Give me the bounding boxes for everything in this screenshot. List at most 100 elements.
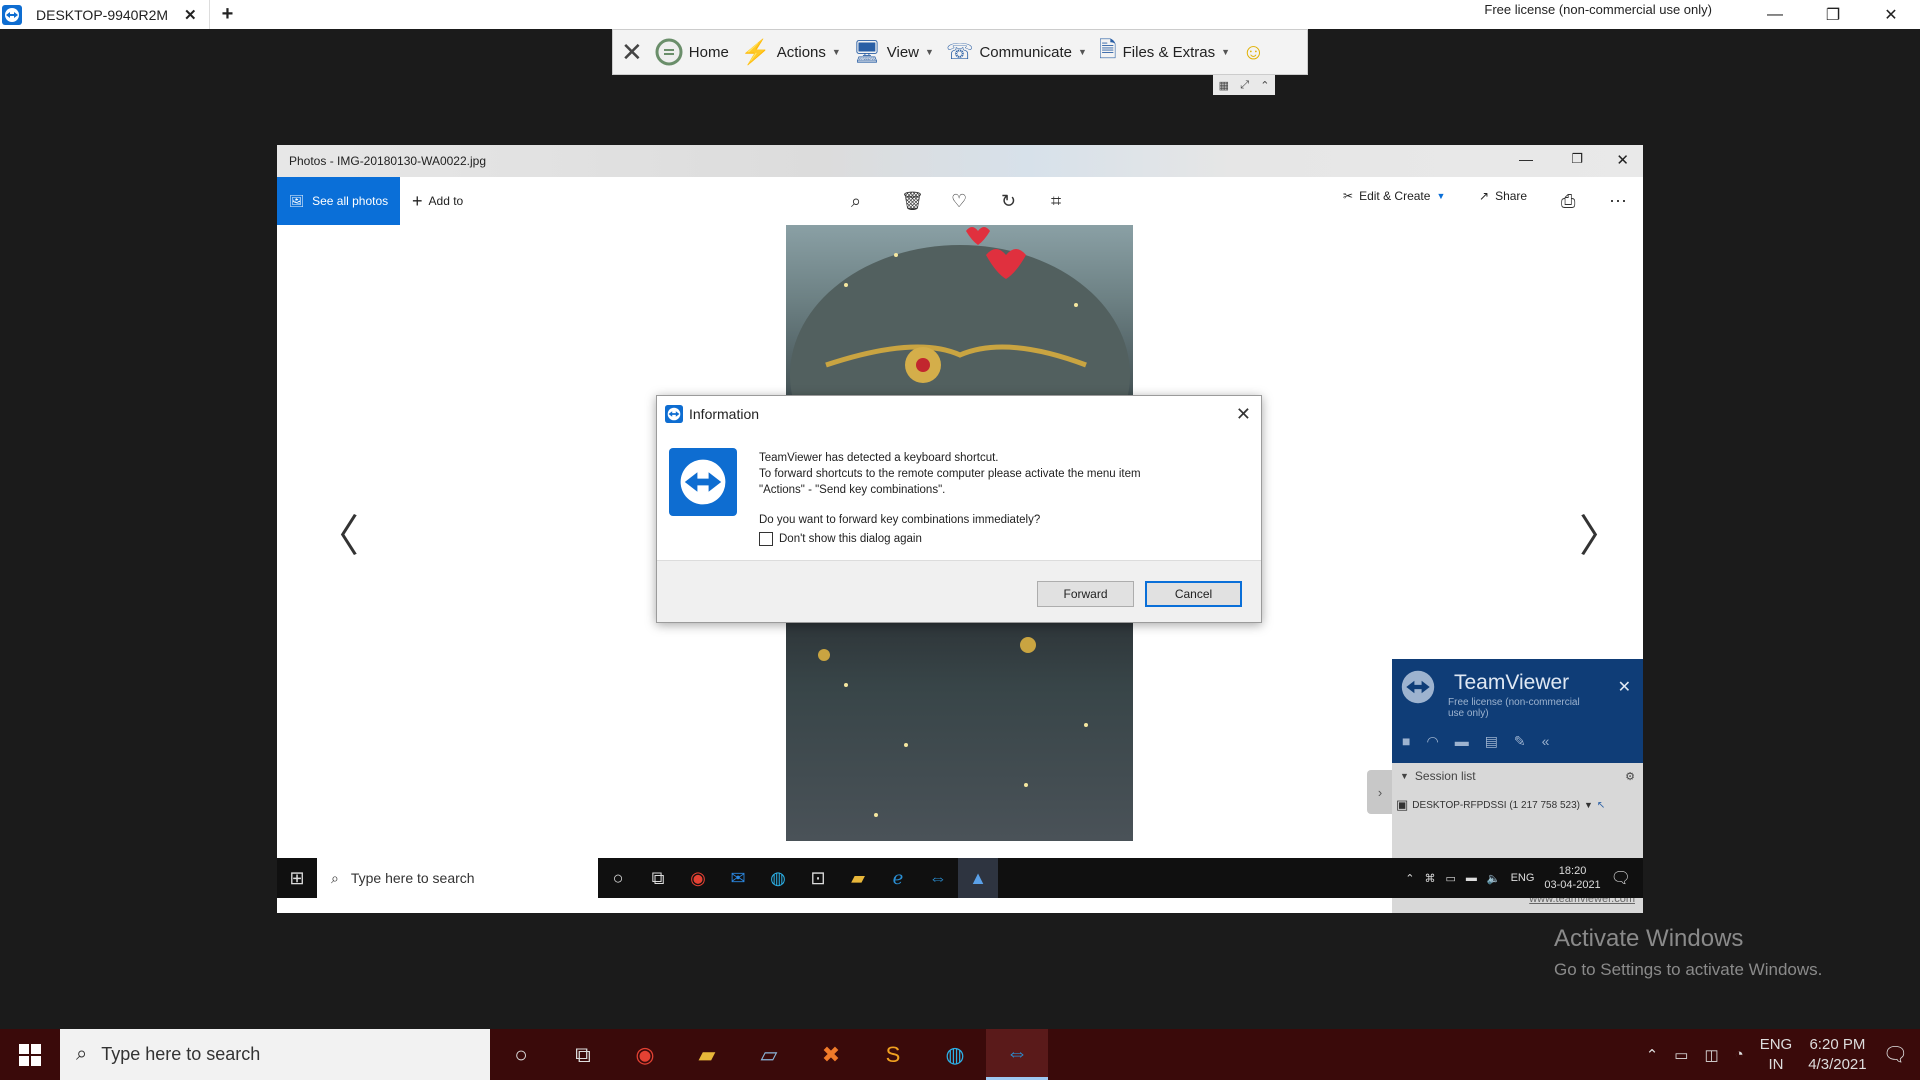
remote-search-box[interactable]: ⌕ Type here to search xyxy=(317,858,598,898)
add-tab-icon[interactable]: + xyxy=(222,3,234,26)
communicate-menu[interactable]: ☏ Communicate ▼ xyxy=(946,39,1087,65)
next-photo-icon[interactable]: 〉 xyxy=(1579,500,1623,564)
tray-chevron-up-icon[interactable]: ⌃ xyxy=(1646,1046,1659,1064)
mail-icon[interactable]: ✉ xyxy=(718,858,758,898)
crop-icon[interactable]: ⌗ xyxy=(1051,191,1061,212)
volume-icon[interactable]: 🔈 xyxy=(1487,872,1501,885)
home-label: Home xyxy=(688,43,729,61)
actions-menu[interactable]: ⚡ Actions ▼ xyxy=(741,38,841,67)
network-icon[interactable]: ▭ xyxy=(1445,872,1455,885)
plus-icon: + xyxy=(412,190,423,211)
file-explorer-icon[interactable]: ▰ xyxy=(676,1029,738,1080)
meet-now-icon[interactable]: ⌘ xyxy=(1424,872,1435,885)
edge-icon[interactable]: ◍ xyxy=(758,858,798,898)
photos-restore-button[interactable]: ❐ xyxy=(1571,151,1583,167)
session-tab[interactable]: DESKTOP-9940R2M ✕ xyxy=(24,0,210,29)
file-explorer-icon[interactable]: ▰ xyxy=(838,858,878,898)
share-label: Share xyxy=(1495,189,1528,203)
photos-title-bar: Photos - IMG-20180130-WA0022.jpg — ❐ ✕ xyxy=(277,145,1643,177)
cancel-button[interactable]: Cancel xyxy=(1145,581,1242,607)
more-options-icon[interactable]: ⋯ xyxy=(1609,191,1627,212)
cortana-icon[interactable]: ○ xyxy=(490,1029,552,1080)
close-tab-icon[interactable]: ✕ xyxy=(184,6,197,24)
panel-action-icons: ■ ◠ ▬ ▤ ✎ « xyxy=(1402,733,1549,750)
view-menu[interactable]: 🖥 View ▼ xyxy=(853,39,934,65)
battery-icon[interactable]: ▬ xyxy=(1466,872,1477,884)
teamviewer-taskbar-icon[interactable]: ⇔ xyxy=(918,858,958,898)
chrome-icon[interactable]: ◉ xyxy=(614,1029,676,1080)
previous-photo-icon[interactable]: 〈 xyxy=(315,500,359,564)
collapse-panel-icon[interactable]: « xyxy=(1542,733,1550,750)
rotate-icon[interactable]: ↻ xyxy=(1001,191,1016,212)
internet-explorer-icon[interactable]: ℯ xyxy=(878,858,918,898)
add-to-button[interactable]: + Add to xyxy=(412,191,463,212)
collapse-toolbar-icon[interactable]: ⌃ xyxy=(1260,79,1269,92)
chrome-icon[interactable]: ◉ xyxy=(678,858,718,898)
grid-icon[interactable]: ▦ xyxy=(1219,79,1229,92)
pen-icon[interactable]: ✎ xyxy=(1514,733,1526,750)
forward-button[interactable]: Forward xyxy=(1037,581,1134,607)
files-extras-menu[interactable]: 🗎 Files & Extras ▼ xyxy=(1099,33,1230,71)
feedback-smiley-icon[interactable]: ☺ xyxy=(1242,39,1264,65)
close-session-button[interactable]: ✕ xyxy=(621,37,643,68)
headset-icon[interactable]: ◠ xyxy=(1426,733,1438,750)
video-icon[interactable]: ■ xyxy=(1402,733,1410,750)
favorite-heart-icon[interactable]: ♡ xyxy=(951,191,967,212)
dont-show-again-checkbox[interactable]: Don't show this dialog again xyxy=(759,532,922,546)
photos-minimize-button[interactable]: — xyxy=(1519,151,1533,167)
delete-icon[interactable]: 🗑 xyxy=(901,191,924,212)
panel-close-icon[interactable]: ✕ xyxy=(1618,677,1631,697)
see-all-photos-button[interactable]: 🖼 See all photos xyxy=(277,177,400,225)
wifi-icon[interactable]: ◔ xyxy=(1735,1046,1744,1063)
edit-create-button[interactable]: ✂ Edit & Create ▼ xyxy=(1343,189,1445,203)
computer-icon: ▣ xyxy=(1396,797,1409,812)
chat-icon[interactable]: ▬ xyxy=(1455,733,1469,750)
files-icon[interactable]: ▤ xyxy=(1485,733,1498,750)
zoom-icon[interactable]: ⌕ xyxy=(851,191,861,212)
remote-clock[interactable]: 18:20 03-04-2021 xyxy=(1544,864,1600,892)
panel-expand-tab[interactable]: › xyxy=(1367,770,1393,814)
xampp-icon[interactable]: ✖ xyxy=(800,1029,862,1080)
teamviewer-taskbar-icon[interactable]: ⇔ xyxy=(986,1029,1048,1080)
local-language[interactable]: ENG IN xyxy=(1760,1035,1793,1075)
task-view-icon[interactable]: ⧉ xyxy=(552,1029,614,1080)
share-button[interactable]: ↗ Share xyxy=(1479,189,1527,203)
store-icon[interactable]: ⊡ xyxy=(798,858,838,898)
windows-start-icon[interactable]: ⊞ xyxy=(277,858,317,898)
local-search-placeholder: Type here to search xyxy=(101,1044,261,1064)
photos-close-button[interactable]: ✕ xyxy=(1616,151,1629,169)
cortana-icon[interactable]: ○ xyxy=(598,858,638,898)
meet-now-icon[interactable]: ◫ xyxy=(1704,1046,1718,1064)
close-window-button[interactable]: ✕ xyxy=(1862,0,1920,29)
teamviewer-tab-bar: DESKTOP-9940R2M ✕ + Free license (non-co… xyxy=(0,0,1920,29)
remote-desktop[interactable]: Photos - IMG-20180130-WA0022.jpg — ❐ ✕ 🖼… xyxy=(277,145,1643,913)
task-view-icon[interactable]: ⧉ xyxy=(638,858,678,898)
tray-chevron-up-icon[interactable]: ⌃ xyxy=(1405,872,1414,885)
sublime-text-icon[interactable]: S xyxy=(862,1029,924,1080)
teamviewer-logo-icon xyxy=(1401,670,1435,704)
session-list-header[interactable]: ▼ Session list ⚙ xyxy=(1392,767,1643,785)
photos-taskbar-icon[interactable]: ▲ xyxy=(958,858,998,898)
restore-button[interactable]: ❐ xyxy=(1804,0,1862,29)
notifications-icon[interactable]: 🗨 xyxy=(1883,1042,1908,1067)
checkbox-box[interactable] xyxy=(759,532,773,546)
local-clock[interactable]: 6:20 PM 4/3/2021 xyxy=(1808,1035,1866,1075)
edge-icon[interactable]: ◍ xyxy=(924,1029,986,1080)
battery-icon[interactable]: ▭ xyxy=(1674,1046,1688,1064)
remote-lang[interactable]: ENG xyxy=(1511,872,1535,884)
home-button[interactable]: Home xyxy=(655,38,729,66)
print-icon[interactable]: ⎙ xyxy=(1561,191,1575,212)
notifications-icon[interactable]: 🗨 xyxy=(1611,868,1631,888)
teamviewer-logo-icon xyxy=(0,3,24,27)
session-list-item[interactable]: ▣ DESKTOP-RFPDSSI (1 217 758 523) ▼ ↖ xyxy=(1396,797,1605,813)
minimize-button[interactable]: — xyxy=(1746,0,1804,29)
fullscreen-icon[interactable]: ⤢ xyxy=(1240,79,1249,92)
dialog-close-icon[interactable]: ✕ xyxy=(1236,404,1251,425)
notepad-icon[interactable]: ▱ xyxy=(738,1029,800,1080)
local-search-box[interactable]: ⌕ Type here to search xyxy=(60,1029,490,1080)
monitor-icon: 🖥 xyxy=(852,39,881,64)
pointer-icon[interactable]: ↖ xyxy=(1597,800,1605,811)
chevron-down-icon[interactable]: ▼ xyxy=(1584,800,1593,810)
windows-start-icon[interactable] xyxy=(0,1029,60,1080)
gear-icon[interactable]: ⚙ xyxy=(1625,770,1635,783)
